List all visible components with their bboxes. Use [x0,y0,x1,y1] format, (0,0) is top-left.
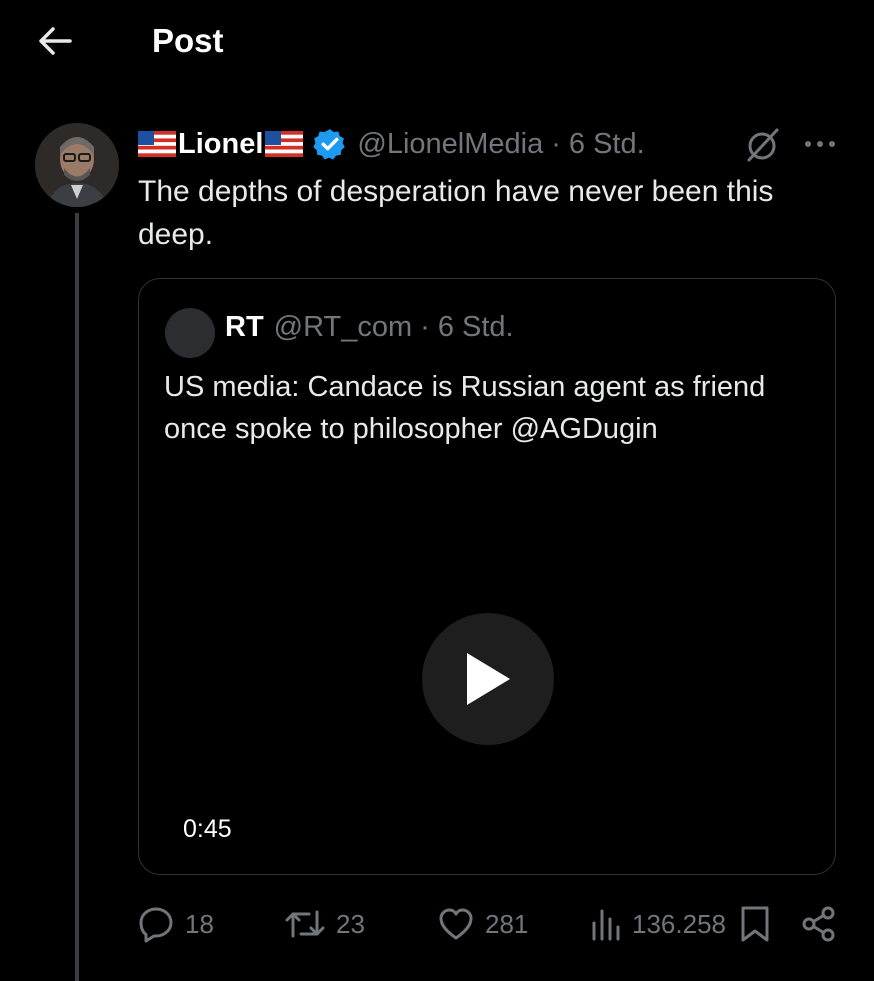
avatar[interactable] [35,123,119,207]
bookmark-button[interactable] [738,896,772,952]
bookmark-icon [741,906,769,942]
quoted-author-name: RT [225,311,264,343]
quoted-separator-dot: · [420,311,430,343]
quoted-post-card[interactable]: RT @RT_com · 6 Std. US media: Candace is… [138,278,836,875]
views-icon [592,909,620,941]
post-text: The depths of desperation have never bee… [138,175,774,251]
video-duration: 0:45 [183,815,232,843]
author-row: Lionel @LionelMedia · 6 Std. [138,124,645,164]
author-handle[interactable]: @LionelMedia [357,128,543,161]
grok-icon[interactable] [742,125,782,165]
play-button[interactable] [422,613,554,745]
us-flag-icon [138,131,176,157]
thread-line [75,213,79,981]
play-icon [467,653,510,705]
avatar-image [35,123,119,207]
reply-icon [139,907,173,943]
back-arrow-icon [39,27,72,55]
views-button[interactable]: 136.258 [590,896,726,952]
action-bar: 18 23 281 136.258 [0,896,874,952]
quoted-author-handle: @RT_com [273,311,413,343]
us-flag-icon [265,131,304,157]
verified-badge-icon [313,129,346,160]
post-time[interactable]: 6 Std. [569,128,645,161]
more-icon[interactable] [800,129,840,159]
quoted-post-text: US media: Candace is Russian agent as fr… [164,371,766,445]
repost-button[interactable]: 23 [284,896,365,952]
repost-count: 23 [336,908,365,939]
reply-button[interactable]: 18 [137,896,214,952]
share-button[interactable] [800,896,838,952]
quoted-post-time: 6 Std. [437,311,514,343]
like-icon [439,908,473,940]
quoted-avatar [165,308,215,358]
reply-count: 18 [185,908,214,939]
repost-icon [285,910,325,938]
like-button[interactable]: 281 [437,896,528,952]
author-name[interactable]: Lionel [178,128,263,161]
view-count: 136.258 [632,908,726,939]
share-icon [802,906,835,942]
page-title: Post [152,22,224,59]
quoted-author-row: RT @RT_com · 6 Std. [225,311,514,344]
top-bar: Post [0,0,874,84]
back-button[interactable] [36,24,74,58]
like-count: 281 [485,908,529,939]
separator-dot: · [551,127,561,160]
